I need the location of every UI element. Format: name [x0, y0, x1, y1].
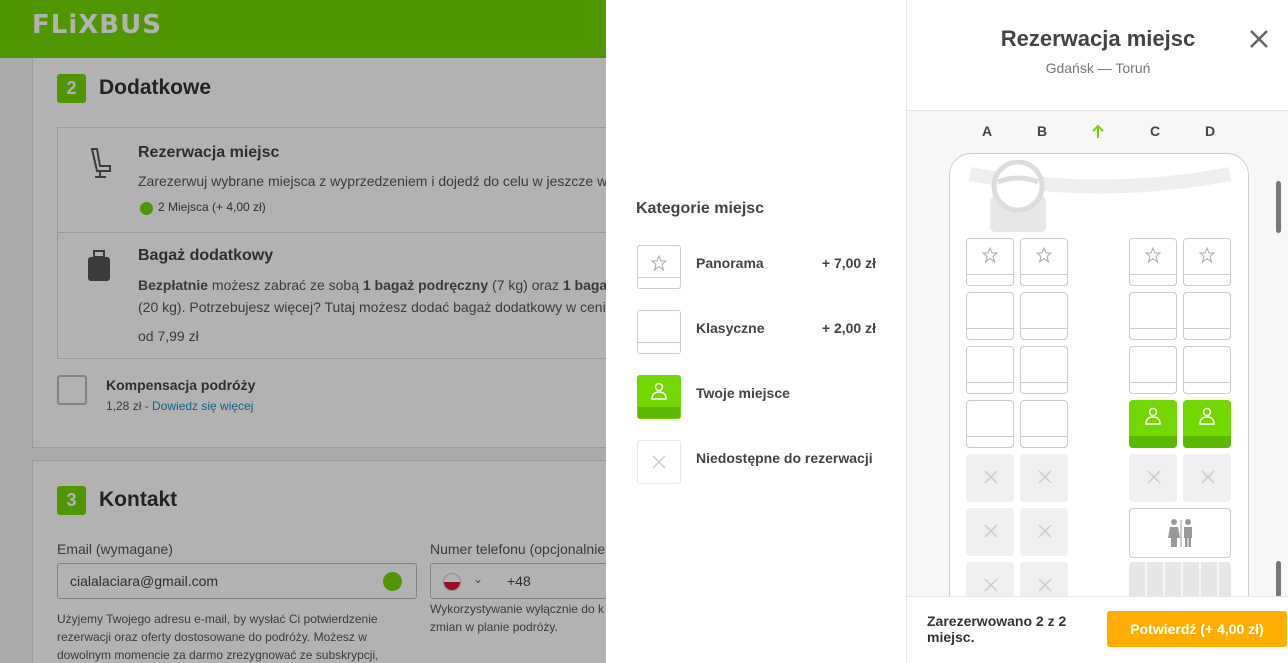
person-icon: [1145, 407, 1161, 425]
seat-base: [1183, 382, 1231, 394]
seat-4A[interactable]: [966, 400, 1014, 448]
toilet-icon: [1168, 519, 1192, 547]
modal-backdrop[interactable]: [0, 0, 606, 663]
unavailable-seat: [1020, 508, 1068, 556]
seat-base: [1183, 274, 1231, 286]
cross-icon: [1201, 470, 1215, 484]
seat-base: [1020, 328, 1068, 340]
legend-price: + 2,00 zł: [821, 320, 876, 336]
seat-base: [1020, 274, 1068, 286]
seat-base: [1129, 274, 1177, 286]
cross-icon: [652, 455, 666, 469]
seat-base: [1129, 436, 1177, 448]
seat-base: [966, 382, 1014, 394]
seat-3B[interactable]: [1020, 346, 1068, 394]
seat-1C[interactable]: [1129, 238, 1177, 286]
stairs: [1129, 562, 1231, 596]
unavailable-seat-sample: [637, 440, 681, 484]
cross-icon: [1038, 578, 1052, 592]
star-icon: [1036, 247, 1052, 263]
star-icon: [651, 255, 667, 271]
unavailable-seat: [966, 454, 1014, 502]
unavailable-seat: [1020, 562, 1068, 596]
seat-4C-selected[interactable]: [1129, 400, 1177, 448]
star-icon: [1145, 247, 1161, 263]
unavailable-seat: [1020, 454, 1068, 502]
legend-name: Niedostępne do rezerwacji: [696, 450, 873, 466]
seat-legend-panel: Kategorie miejsc Panorama + 7,00 zł Klas…: [606, 0, 906, 663]
seat-base: [966, 436, 1014, 448]
seat-base: [1183, 328, 1231, 340]
seat-base: [1183, 436, 1231, 448]
toilet: [1129, 508, 1231, 558]
unavailable-seat: [966, 508, 1014, 556]
seat-1B[interactable]: [1020, 238, 1068, 286]
column-header: C: [1149, 123, 1161, 139]
modal-footer: Zarezerwowano 2 z 2 miejsc. Potwierdź (+…: [907, 596, 1288, 663]
legend-title: Kategorie miejsc: [636, 200, 765, 217]
seat-base: [638, 407, 680, 418]
route: Gdańsk — Toruń: [1045, 60, 1151, 76]
your-seat-sample: [637, 375, 681, 419]
bus-outline: 1 2 3 4: [949, 153, 1249, 596]
legend-name: Twoje miejsce: [696, 385, 790, 401]
person-icon: [1199, 407, 1215, 425]
classic-seat-sample: [637, 310, 681, 354]
reserved-count: Zarezerwowano 2 z 2 miejsc.: [927, 613, 1067, 645]
seat-2A[interactable]: [966, 292, 1014, 340]
cross-icon: [1038, 470, 1052, 484]
seat-base: [1129, 382, 1177, 394]
seat-base: [638, 277, 680, 288]
column-header: B: [1036, 123, 1048, 139]
seat-base: [966, 274, 1014, 286]
seat-1D[interactable]: [1183, 238, 1231, 286]
seat-3D[interactable]: [1183, 346, 1231, 394]
legend-price: + 7,00 zł: [821, 255, 876, 271]
unavailable-seat: [1183, 454, 1231, 502]
steering-wheel-icon: [990, 160, 1046, 232]
seat-2D[interactable]: [1183, 292, 1231, 340]
arrow-up-icon: [1092, 125, 1104, 138]
person-icon: [651, 382, 667, 400]
booking-page: FLiXBUS 2 Dodatkowe Rezerwacja miejsc Za…: [0, 0, 606, 663]
cross-icon: [1147, 470, 1161, 484]
panorama-seat-sample: [637, 245, 681, 289]
seat-base: [638, 342, 680, 353]
seat-base: [966, 328, 1014, 340]
legend-name: Klasyczne: [696, 320, 765, 336]
seat-reservation-modal: Rezerwacja miejsc Gdańsk — Toruń A B C D…: [906, 0, 1288, 663]
legend-name: Panorama: [696, 255, 764, 271]
star-icon: [982, 247, 998, 263]
seat-2C[interactable]: [1129, 292, 1177, 340]
cross-icon: [1038, 524, 1052, 538]
seat-1A[interactable]: [966, 238, 1014, 286]
unavailable-seat: [966, 562, 1014, 596]
seat-base: [1020, 382, 1068, 394]
seat-base: [1020, 436, 1068, 448]
seat-2B[interactable]: [1020, 292, 1068, 340]
modal-title: Rezerwacja miejsc: [1000, 26, 1196, 51]
scrollbar-thumb[interactable]: [1276, 181, 1281, 233]
seat-3C[interactable]: [1129, 346, 1177, 394]
cross-icon: [984, 524, 998, 538]
seat-4B[interactable]: [1020, 400, 1068, 448]
seat-4D-selected[interactable]: [1183, 400, 1231, 448]
unavailable-seat: [1129, 454, 1177, 502]
cross-icon: [984, 470, 998, 484]
confirm-button[interactable]: Potwierdź (+ 4,00 zł): [1107, 611, 1287, 647]
close-icon[interactable]: [1244, 24, 1274, 54]
seat-map: A B C D 1 2 3: [907, 110, 1288, 596]
scrollbar-thumb[interactable]: [1276, 561, 1281, 596]
star-icon: [1199, 247, 1215, 263]
column-header: D: [1204, 123, 1216, 139]
cross-icon: [984, 578, 998, 592]
column-header: A: [981, 123, 993, 139]
seat-base: [1129, 328, 1177, 340]
seat-3A[interactable]: [966, 346, 1014, 394]
